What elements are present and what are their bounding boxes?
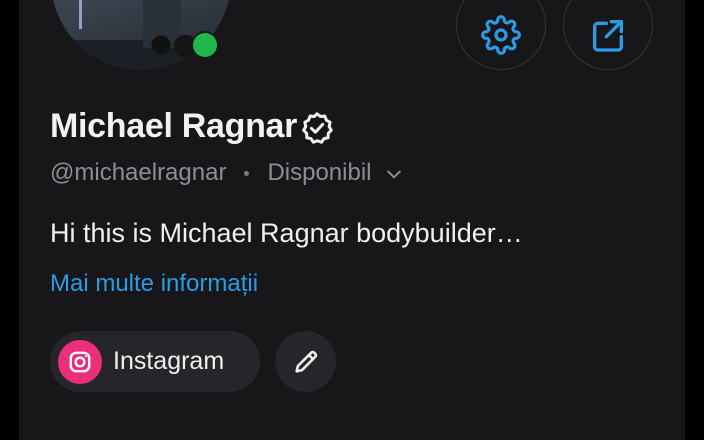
handle-row[interactable]: @michaelragnar Disponibil: [50, 158, 404, 188]
edit-links-button[interactable]: [275, 331, 336, 392]
share-icon: [593, 20, 623, 52]
profile-name: Michael Ragnar: [50, 106, 298, 145]
profile-handle: @michaelragnar: [50, 159, 227, 186]
chevron-down-icon[interactable]: [384, 164, 404, 184]
gear-icon: [481, 15, 521, 55]
pencil-icon: [294, 350, 317, 373]
verified-badge-icon: [302, 112, 333, 144]
more-info-link[interactable]: Mai multe informații: [50, 270, 258, 298]
instagram-icon: [58, 339, 102, 384]
profile-name-row: Michael Ragnar: [50, 104, 335, 148]
instagram-link-button[interactable]: Instagram: [50, 331, 260, 392]
profile-bio: Hi this is Michael Ragnar bodybuilder…: [50, 218, 523, 248]
availability-status[interactable]: Disponibil: [267, 159, 371, 187]
online-status-dot: [193, 33, 217, 57]
separator-dot: [244, 170, 250, 176]
instagram-link-label: Instagram: [113, 347, 225, 375]
